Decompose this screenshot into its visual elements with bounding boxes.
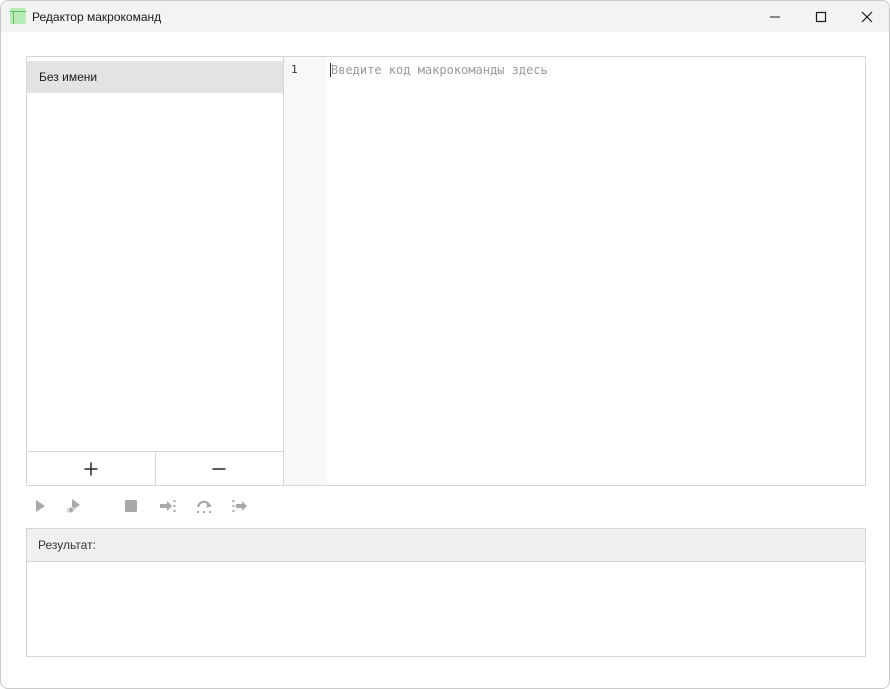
result-output[interactable] [27, 562, 865, 656]
close-icon [861, 11, 873, 22]
title-bar[interactable]: Редактор макрокоманд [1, 1, 889, 32]
window-title: Редактор макрокоманд [32, 10, 162, 24]
debug-button[interactable] [62, 494, 86, 518]
table-app-icon [10, 8, 26, 24]
code-input[interactable]: Введите код макрокоманды здесь [330, 63, 860, 481]
line-number: 1 [291, 63, 298, 76]
stop-button[interactable] [119, 494, 143, 518]
minus-icon [212, 467, 226, 470]
debug-icon [66, 499, 80, 514]
run-button[interactable] [28, 494, 52, 518]
macro-editor-window: Редактор макрокоманд Без имени 1 Введите… [0, 0, 890, 689]
step-into-icon [160, 500, 176, 512]
step-over-button[interactable] [192, 494, 216, 518]
plus-icon [84, 462, 98, 475]
macro-list-actions [27, 451, 283, 485]
result-panel: Результат: [26, 528, 866, 657]
maximize-button[interactable] [798, 1, 844, 32]
macro-editor-panel: Без имени 1 Введите код макрокоманды зде… [26, 56, 866, 486]
step-out-button[interactable] [228, 494, 252, 518]
macro-list: Без имени [27, 57, 284, 485]
macro-list-item[interactable]: Без имени [27, 61, 283, 93]
debug-toolbar [26, 494, 326, 518]
maximize-icon [815, 11, 827, 22]
macro-list-item-label: Без имени [39, 70, 98, 84]
minimize-button[interactable] [752, 1, 798, 32]
result-header: Результат: [27, 529, 865, 562]
minimize-icon [770, 16, 780, 17]
code-placeholder: Введите код макрокоманды здесь [331, 63, 548, 77]
add-macro-button[interactable] [27, 452, 156, 485]
remove-macro-button[interactable] [156, 452, 284, 485]
line-number-gutter: 1 [284, 57, 327, 485]
run-icon [36, 500, 45, 512]
stop-icon [125, 500, 137, 512]
step-over-icon [196, 500, 212, 513]
code-editor[interactable]: 1 Введите код макрокоманды здесь [284, 57, 865, 485]
close-button[interactable] [844, 1, 889, 32]
step-out-icon [232, 500, 247, 512]
result-label: Результат: [38, 538, 96, 552]
step-into-button[interactable] [156, 494, 180, 518]
